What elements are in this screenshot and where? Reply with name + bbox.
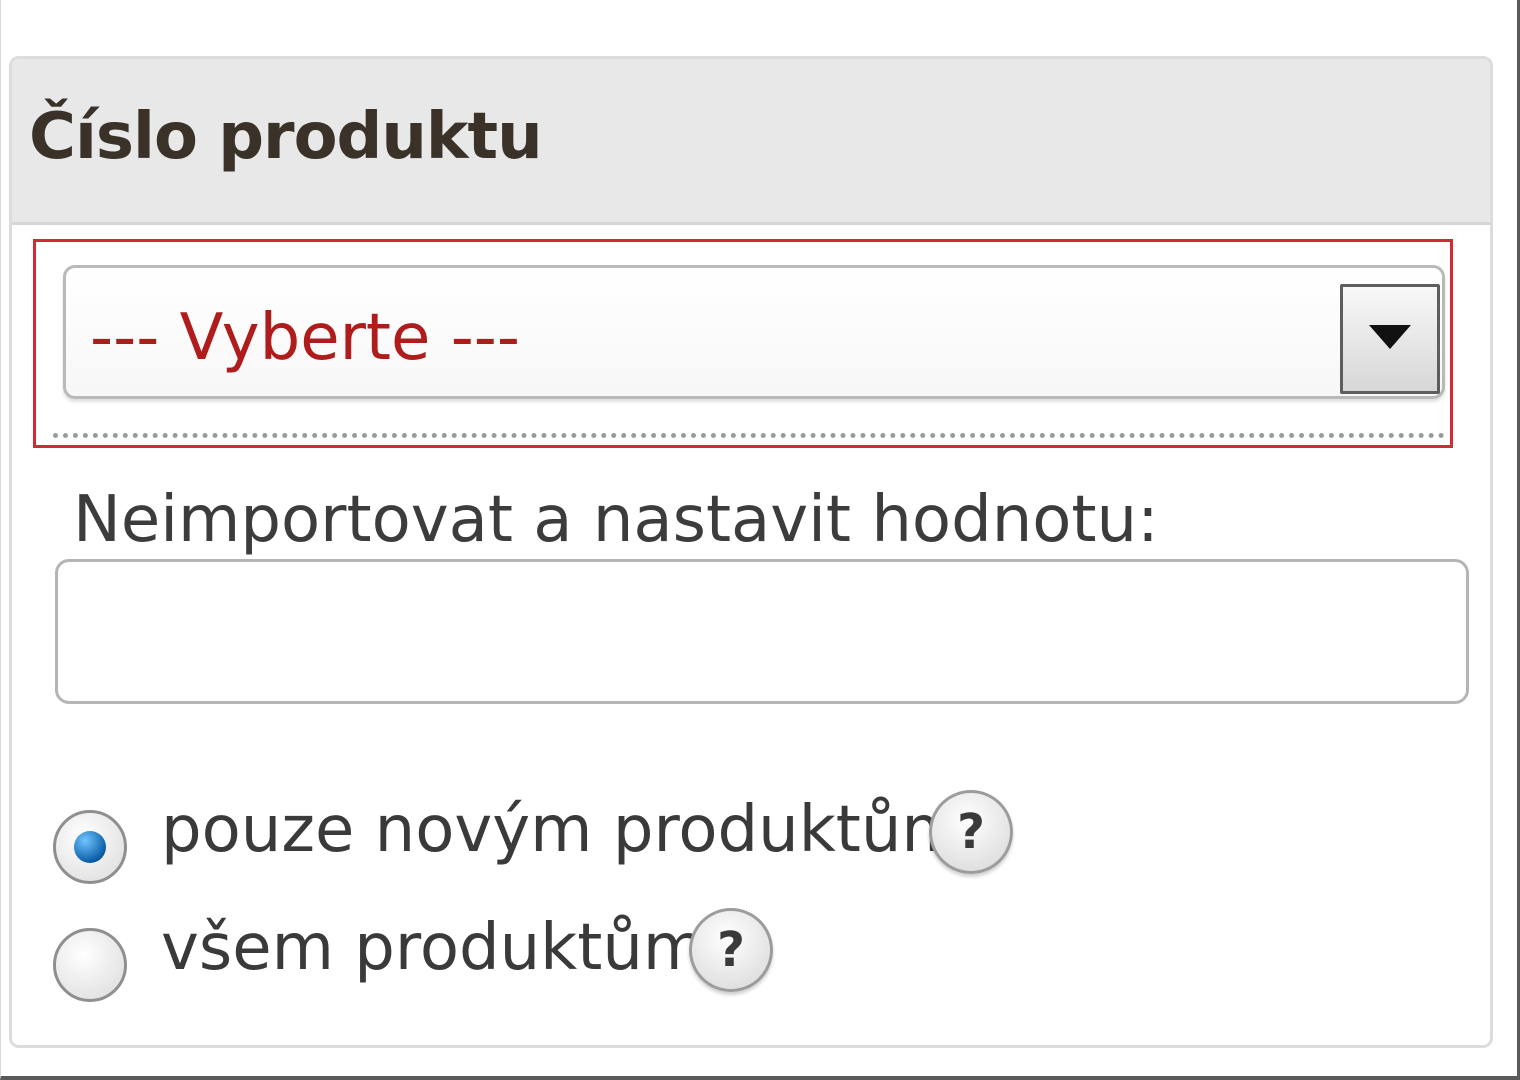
dotted-separator bbox=[53, 433, 1445, 438]
panel-title: Číslo produktu bbox=[29, 100, 543, 174]
option-label: všem produktům. bbox=[161, 911, 726, 985]
help-icon[interactable]: ? bbox=[689, 908, 773, 992]
caret-down-icon bbox=[1369, 325, 1411, 349]
column-select[interactable]: --- Vyberte --- bbox=[63, 265, 1445, 399]
set-value-label: Neimportovat a nastavit hodnotu: bbox=[73, 483, 1159, 557]
window-frame: Číslo produktu --- Vyberte --- Neimporto… bbox=[0, 0, 1520, 1080]
radio-selected-dot bbox=[74, 831, 106, 863]
select-value: --- Vyberte --- bbox=[90, 301, 520, 375]
help-icon[interactable]: ? bbox=[929, 790, 1013, 874]
radio-new-products[interactable] bbox=[53, 810, 127, 884]
select-dropdown-button[interactable] bbox=[1340, 284, 1440, 394]
set-value-input[interactable] bbox=[55, 559, 1469, 704]
radio-all-products[interactable] bbox=[53, 928, 127, 1002]
panel-header: Číslo produktu bbox=[12, 59, 1490, 225]
option-label: pouze novým produktům. bbox=[161, 793, 985, 867]
